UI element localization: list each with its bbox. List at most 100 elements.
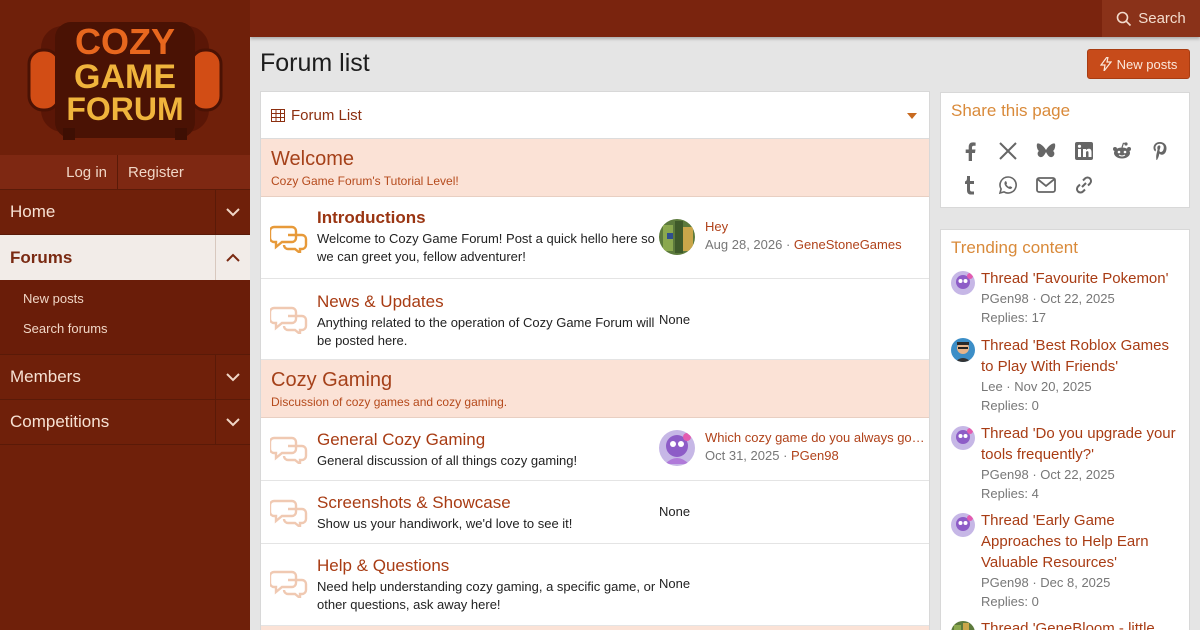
top-bar: Search (250, 0, 1200, 37)
category-title[interactable]: Welcome (271, 148, 919, 171)
nav-competitions-label: Competitions (10, 412, 110, 431)
forum-desc: Welcome to Cozy Game Forum! Post a quick… (317, 231, 655, 264)
chat-bubbles-icon (261, 197, 317, 278)
trending-item: Thread 'Do you upgrade your tools freque… (951, 423, 1183, 503)
trending-replies: Replies: 0 (981, 398, 1039, 413)
register-link[interactable]: Register (118, 164, 194, 181)
latest-post-none: None (659, 312, 691, 327)
whatsapp-icon[interactable] (997, 175, 1019, 195)
trending-meta: Lee · Nov 20, 2025 (981, 379, 1092, 394)
latest-post-none: None (659, 576, 691, 591)
avatar[interactable] (659, 430, 695, 466)
avatar[interactable] (951, 513, 975, 537)
facebook-icon[interactable] (959, 141, 981, 161)
trending-block: Trending content Thread 'Favourite Pokem… (940, 229, 1190, 630)
login-link[interactable]: Log in (56, 164, 117, 181)
latest-user[interactable]: PGen98 (791, 448, 839, 463)
lightning-icon (1099, 57, 1112, 71)
email-icon[interactable] (1035, 175, 1057, 195)
link-icon[interactable] (1073, 175, 1095, 195)
forum-node-general: General Cozy Gaming General discussion o… (261, 418, 929, 481)
forum-desc: Anything related to the operation of Coz… (317, 315, 655, 348)
subnav-new-posts[interactable]: New posts (0, 284, 250, 314)
share-title: Share this page (951, 101, 1071, 120)
forum-title[interactable]: News & Updates (317, 292, 657, 312)
trending-meta: PGen98 · Dec 8, 2025 (981, 575, 1111, 590)
caret-down-icon[interactable] (907, 113, 917, 119)
forum-list-block: Forum List Welcome Cozy Game Forum's Tut… (260, 91, 930, 630)
category-title[interactable]: Cozy Gaming (271, 369, 919, 392)
pinterest-icon[interactable] (1149, 141, 1171, 161)
trending-item: Thread 'Best Roblox Games to Play With F… (951, 335, 1183, 415)
latest-thread-title[interactable]: Hey (705, 219, 925, 234)
forum-desc: General discussion of all things cozy ga… (317, 453, 578, 468)
chevron-down-icon[interactable] (215, 399, 250, 445)
avatar[interactable] (659, 219, 695, 255)
site-logo[interactable]: COZY GAME FORUM (0, 0, 250, 155)
trending-replies: Replies: 4 (981, 486, 1039, 501)
x-twitter-icon[interactable] (997, 141, 1019, 161)
latest-thread-title[interactable]: Which cozy game do you always go back to… (705, 430, 925, 445)
tumblr-icon[interactable] (959, 175, 981, 195)
bluesky-icon[interactable] (1035, 141, 1057, 161)
forum-node-help: Help & Questions Need help understanding… (261, 544, 929, 626)
sidebar: COZY GAME FORUM Log in Register Home For… (0, 0, 250, 630)
latest-post: Which cozy game do you always go back to… (659, 430, 925, 470)
logo-text-1: COZY (75, 21, 175, 62)
latest-date: Oct 31, 2025 (705, 448, 780, 463)
forum-title[interactable]: General Cozy Gaming (317, 430, 657, 450)
nav-item-forums[interactable]: Forums (0, 235, 250, 280)
grid-icon (271, 108, 285, 122)
page-title: Forum list (260, 49, 370, 77)
chat-bubbles-icon (261, 481, 317, 543)
logo-text-3: FORUM (66, 91, 183, 127)
search-label: Search (1138, 10, 1186, 27)
nav-item-members[interactable]: Members (0, 354, 250, 400)
trending-thread-title[interactable]: Thread 'Best Roblox Games to Play With F… (981, 335, 1183, 377)
subnav-search-forums[interactable]: Search forums (0, 314, 250, 344)
linkedin-icon[interactable] (1073, 141, 1095, 161)
chat-bubbles-icon (261, 544, 317, 625)
forum-node-introductions: Introductions Welcome to Cozy Game Forum… (261, 197, 929, 279)
latest-meta: Oct 31, 2025 · PGen98 (705, 448, 839, 463)
nav-item-competitions[interactable]: Competitions (0, 399, 250, 445)
forum-desc: Need help understanding cozy gaming, a s… (317, 579, 656, 612)
nav-forums-label: Forums (10, 247, 73, 267)
latest-post-none: None (659, 504, 691, 519)
trending-thread-title[interactable]: Thread 'Favourite Pokemon' (981, 268, 1183, 289)
forum-title[interactable]: Screenshots & Showcase (317, 493, 657, 513)
avatar[interactable] (951, 271, 975, 295)
share-block: Share this page (940, 92, 1190, 208)
chevron-up-icon[interactable] (215, 235, 250, 280)
reddit-icon[interactable] (1111, 141, 1133, 161)
chevron-down-icon[interactable] (215, 189, 250, 235)
forum-title[interactable]: Help & Questions (317, 556, 657, 576)
nav-item-home[interactable]: Home (0, 189, 250, 235)
avatar[interactable] (951, 621, 975, 630)
latest-meta: Aug 28, 2026 · GeneStoneGames (705, 237, 902, 252)
trending-replies: Replies: 0 (981, 594, 1039, 609)
trending-replies: Replies: 17 (981, 310, 1047, 325)
trending-thread-title[interactable]: Thread 'Early Game Approaches to Help Ea… (981, 510, 1183, 573)
new-posts-button[interactable]: New posts (1087, 49, 1190, 79)
forum-list-header[interactable]: Forum List (261, 92, 929, 139)
forum-node-screenshots: Screenshots & Showcase Show us your hand… (261, 481, 929, 544)
trending-meta: PGen98 · Oct 22, 2025 (981, 467, 1115, 482)
latest-user[interactable]: GeneStoneGames (794, 237, 902, 252)
category-next (261, 626, 929, 630)
trending-thread-title[interactable]: Thread 'Do you upgrade your tools freque… (981, 423, 1183, 465)
chevron-down-icon[interactable] (215, 354, 250, 400)
forum-title[interactable]: Introductions (317, 208, 657, 228)
chat-bubbles-icon (261, 279, 317, 359)
avatar[interactable] (951, 426, 975, 450)
category-desc: Discussion of cozy games and cozy gaming… (271, 395, 508, 409)
avatar[interactable] (951, 338, 975, 362)
logo-image: COZY GAME FORUM (27, 21, 223, 140)
nav-members-label: Members (10, 367, 81, 386)
search-button[interactable]: Search (1102, 0, 1200, 37)
forum-desc: Show us your handiwork, we'd love to see… (317, 516, 573, 531)
trending-item: Thread 'Early Game Approaches to Help Ea… (951, 510, 1183, 611)
category-welcome: Welcome Cozy Game Forum's Tutorial Level… (261, 139, 929, 197)
trending-item: Thread 'GeneBloom - little (951, 618, 1183, 630)
trending-thread-title[interactable]: Thread 'GeneBloom - little (981, 618, 1183, 630)
